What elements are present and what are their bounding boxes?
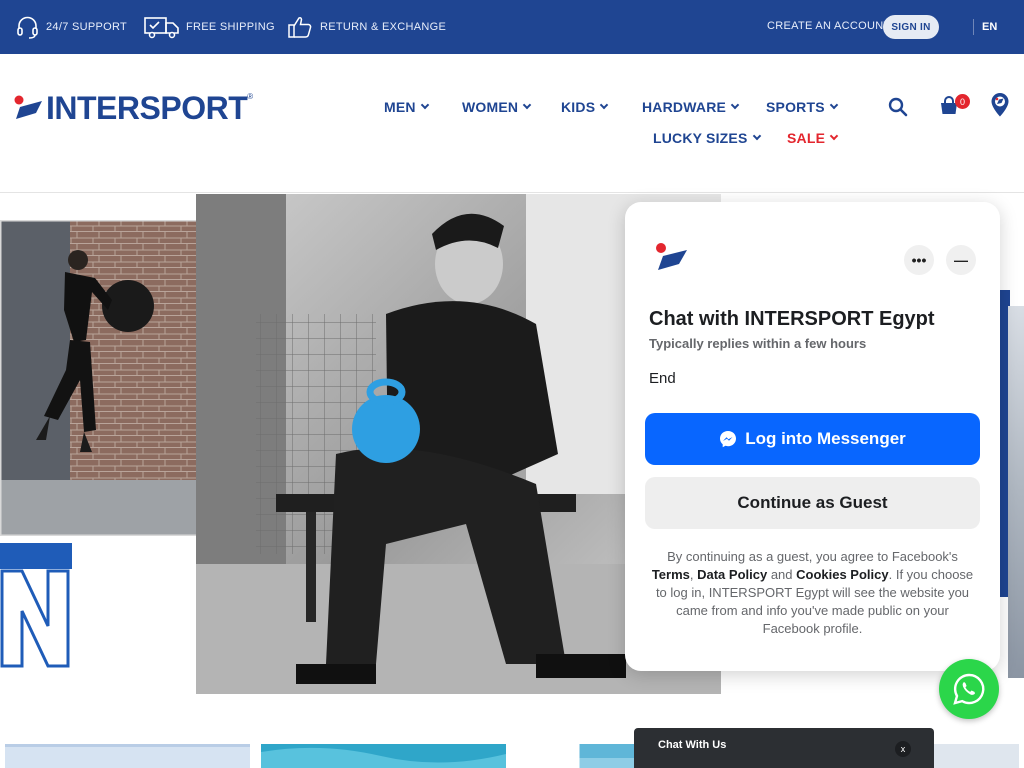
nav-sports-label: SPORTS [766,99,825,115]
intersport-chat-logo-icon [656,243,687,270]
banner-blue-block [0,543,72,569]
category-tile-4[interactable] [934,744,1019,768]
headset-icon [17,16,38,39]
legal-and: and [767,567,797,582]
chevron-down-icon [829,100,839,110]
create-account-link[interactable]: CREATE AN ACCOUNT [767,20,890,32]
chevron-down-icon [522,100,532,110]
continue-as-guest-button[interactable]: Continue as Guest [645,477,980,529]
banner-letter-n [0,569,70,668]
shipping-item[interactable]: FREE SHIPPING [144,14,275,40]
terms-link[interactable]: Terms [652,567,690,582]
nav-lucky-sizes-label: LUCKY SIZES [653,130,748,146]
brand-wordmark: INTERSPORT [46,90,248,126]
whatsapp-icon [953,673,985,705]
returns-item[interactable]: RETURN & EXCHANGE [288,14,446,40]
log-into-messenger-button[interactable]: Log into Messenger [645,413,980,465]
category-tile-2[interactable] [261,744,506,768]
nav-lucky-sizes[interactable]: LUCKY SIZES [653,130,761,146]
messenger-icon [720,431,737,448]
intersport-mark-icon [14,95,42,119]
chat-bar-close-button[interactable]: x [895,741,911,757]
nav-kids-label: KIDS [561,99,596,115]
chat-title: Chat with INTERSPORT Egypt [649,308,935,330]
intersport-logo[interactable]: INTERSPORT ® [14,90,253,127]
cart-count-badge: 0 [955,94,970,109]
chevron-down-icon [752,131,761,141]
support-item[interactable]: 24/7 SUPPORT [15,14,127,40]
next-slide-preview[interactable] [1008,306,1024,678]
search-icon[interactable] [888,97,908,117]
category-tile-1[interactable] [5,744,250,768]
chevron-down-icon [730,100,740,110]
sign-in-button[interactable]: SIGN IN [883,15,939,39]
support-label: 24/7 SUPPORT [46,21,128,33]
chat-minimize-button[interactable]: — [946,245,976,275]
truck-check-icon [144,17,179,39]
chevron-down-icon [829,131,839,141]
nav-sports[interactable]: SPORTS [766,99,839,115]
nav-hardware[interactable]: HARDWARE [642,99,740,115]
nav-hardware-label: HARDWARE [642,99,727,115]
nav-men-label: MEN [384,99,416,115]
language-selector[interactable]: EN [982,21,997,33]
store-locator-icon[interactable] [990,92,1010,118]
legal-text-start: By continuing as a guest, you agree to F… [667,549,958,564]
whatsapp-button[interactable] [939,659,999,719]
nav-women[interactable]: WOMEN [462,99,532,115]
nav-women-label: WOMEN [462,99,519,115]
nav-men[interactable]: MEN [384,99,429,115]
chevron-down-icon [420,100,429,110]
returns-label: RETURN & EXCHANGE [320,21,447,33]
chat-more-options-button[interactable]: ••• [904,245,934,275]
nav-sale[interactable]: SALE [787,130,839,146]
site-header: INTERSPORT ® [0,54,1024,193]
cookies-policy-link[interactable]: Cookies Policy [796,567,888,582]
chat-with-us-label: Chat With Us [658,739,727,751]
messenger-chat-widget: ••• — Chat with INTERSPORT Egypt Typical… [625,202,1000,671]
chevron-down-icon [600,100,609,110]
messenger-button-label: Log into Messenger [745,429,906,448]
thumbs-up-icon [288,16,312,38]
registered-mark: ® [247,92,254,101]
more-dots-icon: ••• [911,252,927,268]
minimize-icon: — [954,252,968,268]
nav-kids[interactable]: KIDS [561,99,609,115]
chat-reply-time: Typically replies within a few hours [649,336,867,351]
language-divider [973,19,974,35]
data-policy-link[interactable]: Data Policy [697,567,767,582]
chat-with-us-bar[interactable]: Chat With Us x [634,728,934,768]
top-bar: 24/7 SUPPORT FREE SHIPPING RETURN & EXCH… [0,0,1024,54]
chat-status: End [649,370,676,387]
shipping-label: FREE SHIPPING [186,21,275,33]
nav-sale-label: SALE [787,130,826,146]
chat-legal-text: By continuing as a guest, you agree to F… [649,548,976,638]
